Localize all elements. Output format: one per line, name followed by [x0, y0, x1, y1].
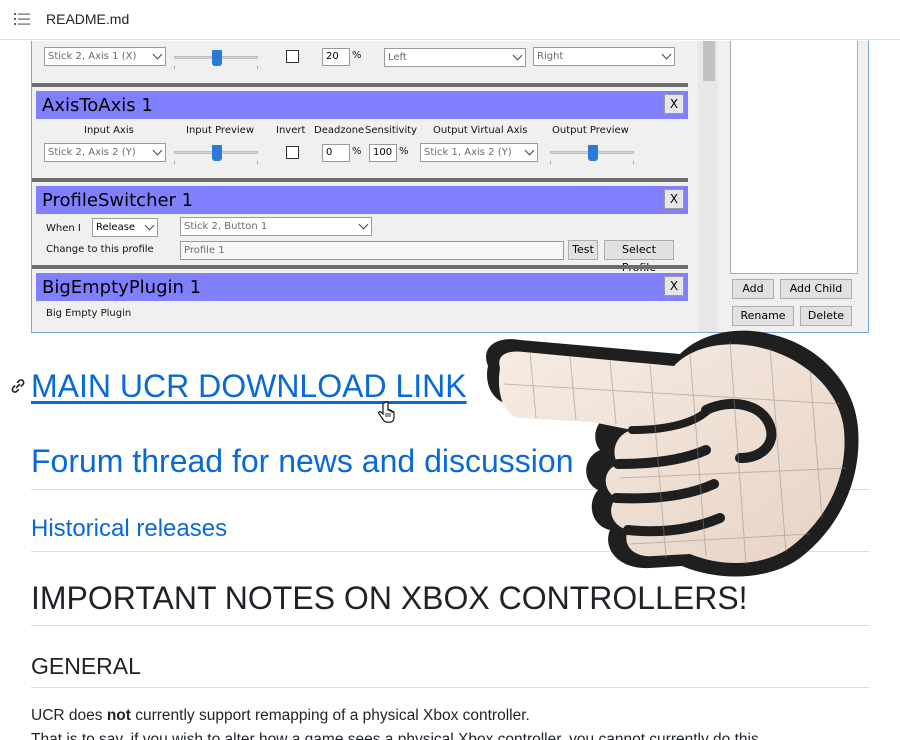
- panel-title: ProfileSwitcher 1: [42, 190, 194, 211]
- xbox-notes-heading: IMPORTANT NOTES ON XBOX CONTROLLERS!: [31, 580, 748, 616]
- sensitivity-pct: %: [399, 146, 409, 157]
- top-right-select: Right: [533, 47, 675, 66]
- label-invert: Invert: [276, 125, 306, 136]
- top-pct: %: [352, 50, 362, 61]
- main-download-link[interactable]: MAIN UCR DOWNLOAD LINK: [31, 368, 467, 405]
- general-heading: GENERAL: [31, 653, 141, 679]
- label-input-axis: Input Axis: [84, 125, 134, 136]
- when-select: Release: [92, 218, 158, 237]
- profile-switcher-panel: ProfileSwitcher 1 X When I Release Stick…: [36, 186, 688, 274]
- paragraph-remapping: UCR does not currently support remapping…: [31, 707, 530, 724]
- button-select: Stick 2, Button 1: [180, 217, 372, 236]
- close-button: X: [664, 94, 684, 114]
- top-input-axis-select: Stick 2, Axis 1 (X): [44, 47, 166, 66]
- profile-tree: [730, 41, 858, 274]
- link-icon[interactable]: [9, 377, 27, 393]
- label-output-axis: Output Virtual Axis: [433, 125, 528, 136]
- panel-scrollbar: [698, 41, 718, 332]
- deadzone-input: 0: [322, 144, 350, 162]
- output-preview-slider: [550, 143, 634, 164]
- panel-title: BigEmptyPlugin 1: [42, 277, 202, 298]
- label-input-preview: Input Preview: [186, 125, 254, 136]
- hand-cursor-icon: [378, 401, 395, 423]
- invert-checkbox: [286, 146, 299, 159]
- top-invert-checkbox: [286, 50, 299, 63]
- add-button: Add: [732, 279, 774, 299]
- top-input-preview-slider: [174, 48, 258, 69]
- list-icon[interactable]: [14, 12, 30, 26]
- when-label: When I: [46, 223, 81, 234]
- change-label: Change to this profile: [46, 244, 154, 255]
- panel-body-text: Big Empty Plugin: [46, 308, 132, 319]
- top-deadzone-input: 20: [322, 48, 350, 66]
- label-deadzone: Deadzone: [314, 125, 365, 136]
- close-button: X: [664, 189, 684, 209]
- label-sensitivity: Sensitivity: [365, 125, 418, 136]
- deadzone-pct: %: [352, 146, 362, 157]
- close-button: X: [664, 276, 684, 296]
- ucr-screenshot: Stick 2, Axis 1 (X) 20 % Left Right Axis…: [31, 41, 869, 333]
- profile-field: Profile 1: [180, 241, 564, 260]
- input-axis-select: Stick 2, Axis 2 (Y): [44, 143, 166, 162]
- sensitivity-input: 100: [369, 144, 397, 162]
- panel-title: AxisToAxis 1: [42, 95, 153, 116]
- pointing-hand-graphic: [486, 330, 859, 577]
- select-profile-button: Select Profile: [604, 240, 674, 274]
- top-left-select: Left: [384, 48, 526, 67]
- test-button: Test: [568, 240, 598, 260]
- output-axis-select: Stick 1, Axis 2 (Y): [420, 143, 538, 162]
- axis-to-axis-panel: AxisToAxis 1 X Input Axis Input Preview …: [36, 91, 688, 183]
- file-title: README.md: [46, 11, 130, 27]
- paragraph-continued: That is to say, if you wish to alter how…: [31, 731, 759, 740]
- label-output-preview: Output Preview: [552, 125, 629, 136]
- historical-releases-link[interactable]: Historical releases: [31, 515, 227, 543]
- add-child-button: Add Child: [780, 279, 852, 299]
- file-header: README.md: [0, 0, 900, 40]
- input-preview-slider: [174, 143, 258, 164]
